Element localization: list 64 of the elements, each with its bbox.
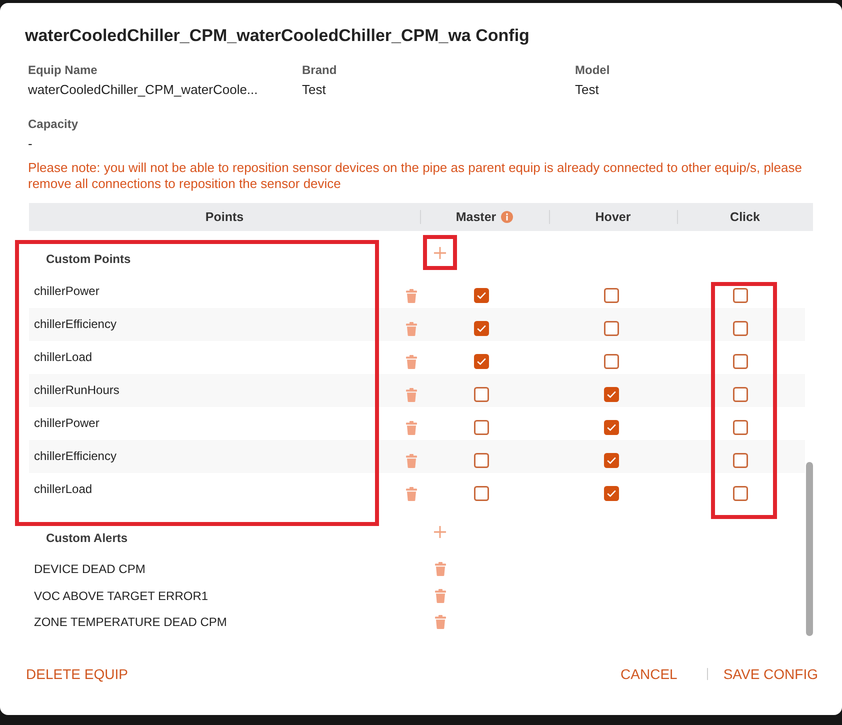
point-name: chillerRunHours [34, 382, 120, 398]
trash-icon[interactable] [434, 588, 446, 602]
alert-name: VOC ABOVE TARGET ERROR1 [34, 588, 208, 604]
save-button[interactable]: SAVE CONFIG [723, 665, 818, 683]
trash-icon[interactable] [434, 562, 446, 576]
checkbox[interactable] [732, 486, 748, 501]
field-label: Capacity [28, 116, 78, 132]
point-name: chillerPower [34, 415, 100, 431]
delete-button[interactable]: DELETE EQUIP [26, 665, 128, 683]
dialog-title: waterCooledChiller_CPM_waterCooledChiller_CPM_wa Config [25, 25, 530, 47]
field-value: Test [575, 81, 599, 98]
checkbox[interactable] [474, 387, 488, 402]
checkbox[interactable] [474, 288, 488, 303]
info-icon[interactable] [501, 211, 514, 223]
trash-icon[interactable] [406, 388, 416, 402]
warning-note: Please note: you will not be able to reposition sensor devices on the pipe as parent equip is already connected to other equip/s, please remove all connections to reposition the sensor device [28, 160, 804, 192]
column-header: Hover [595, 210, 631, 224]
column-header: Click [730, 210, 760, 224]
checkbox[interactable] [604, 453, 618, 468]
checkbox[interactable] [604, 354, 618, 369]
point-name: chillerLoad [34, 349, 92, 365]
checkbox[interactable] [474, 321, 488, 336]
cancel-button[interactable]: CANCEL [620, 665, 678, 683]
checkbox[interactable] [474, 453, 488, 468]
trash-icon[interactable] [406, 421, 416, 435]
trash-icon[interactable] [434, 615, 446, 629]
plus-icon[interactable] [434, 247, 446, 259]
point-name: chillerLoad [34, 481, 92, 497]
checkbox[interactable] [732, 321, 748, 336]
column-header: Master [456, 210, 496, 224]
trash-icon[interactable] [406, 322, 416, 336]
checkbox[interactable] [474, 354, 488, 369]
alert-name: ZONE TEMPERATURE DEAD CPM [34, 614, 227, 630]
field-label: Model [575, 62, 610, 78]
checkbox[interactable] [732, 387, 748, 402]
field-value: waterCooledChiller_CPM_waterCoole... [28, 81, 258, 98]
checkbox[interactable] [732, 453, 748, 468]
checkbox[interactable] [604, 288, 618, 303]
section-heading: Custom Points [46, 251, 131, 267]
trash-icon[interactable] [406, 454, 416, 468]
alert-name: DEVICE DEAD CPM [34, 561, 146, 577]
field-label: Brand [302, 62, 337, 78]
trash-icon[interactable] [406, 289, 416, 303]
trash-icon[interactable] [406, 355, 416, 369]
checkbox[interactable] [474, 486, 488, 501]
checkbox[interactable] [604, 387, 618, 402]
field-value: - [28, 135, 32, 152]
point-name: chillerEfficiency [34, 316, 116, 332]
field-label: Equip Name [28, 62, 98, 78]
checkbox[interactable] [604, 420, 618, 435]
checkbox[interactable] [604, 321, 618, 336]
field-value: Test [302, 81, 326, 98]
scrollbar-thumb[interactable] [806, 462, 813, 636]
checkbox[interactable] [604, 486, 618, 501]
point-name: chillerEfficiency [34, 448, 116, 464]
column-header: Points [205, 210, 244, 224]
point-name: chillerPower [34, 283, 100, 299]
plus-icon[interactable] [434, 526, 446, 538]
checkbox[interactable] [732, 354, 748, 369]
section-heading: Custom Alerts [46, 530, 128, 546]
checkbox[interactable] [732, 288, 748, 303]
checkbox[interactable] [732, 420, 748, 435]
checkbox[interactable] [474, 420, 488, 435]
trash-icon[interactable] [406, 487, 416, 501]
